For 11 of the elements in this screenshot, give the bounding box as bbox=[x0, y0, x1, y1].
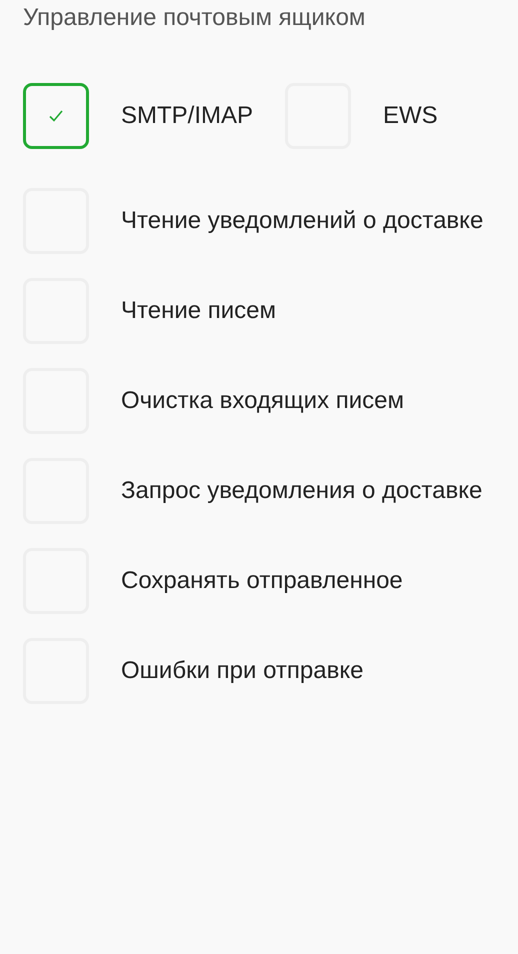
option-label: Сохранять отправленное bbox=[121, 566, 403, 596]
option-label: SMTP/IMAP bbox=[121, 101, 254, 131]
option-label: Чтение писем bbox=[121, 296, 276, 326]
checkbox[interactable] bbox=[23, 83, 89, 149]
option-label: Чтение уведомлений о доставке bbox=[121, 206, 484, 236]
option-label: Очистка входящих писем bbox=[121, 386, 404, 416]
checkmark-icon bbox=[49, 110, 63, 122]
option-label: Запрос уведомления о доставке bbox=[121, 476, 482, 506]
option-label: Ошибки при отправке bbox=[121, 656, 364, 686]
option-label: EWS bbox=[383, 101, 438, 131]
section-title: Управление почтовым ящиком bbox=[23, 3, 366, 33]
